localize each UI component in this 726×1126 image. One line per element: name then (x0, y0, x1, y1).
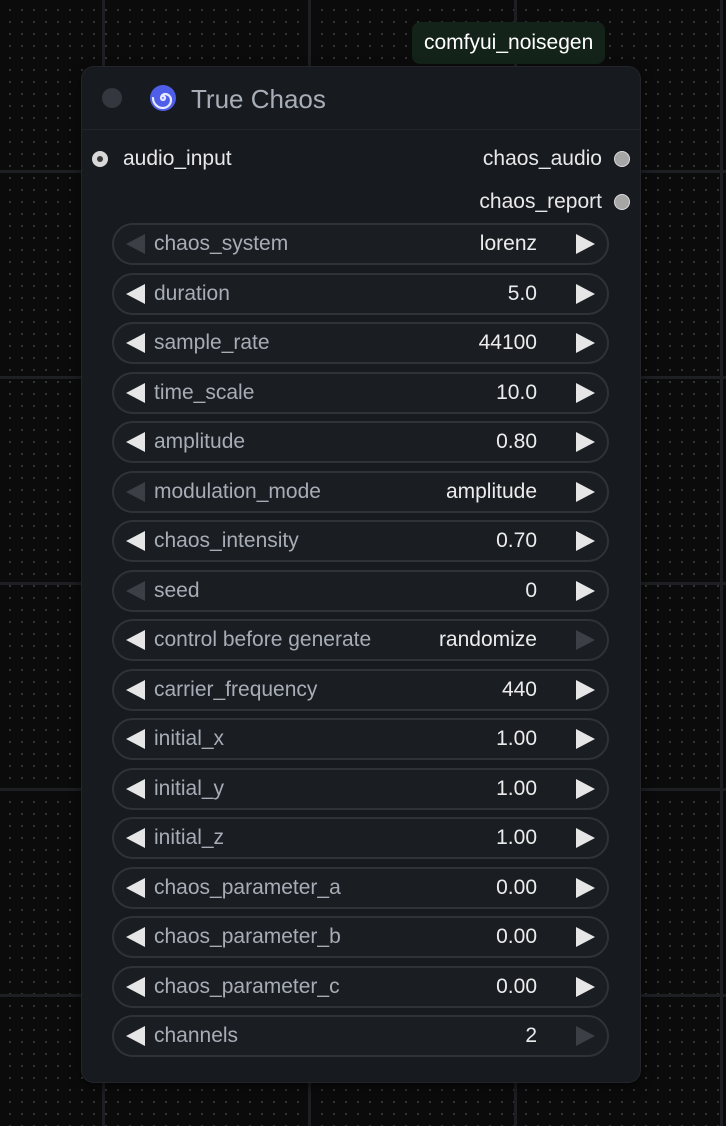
decrement-arrow-icon[interactable] (126, 630, 145, 650)
output-slot-label: chaos_audio (482, 147, 602, 170)
widget-chaos-parameter-b[interactable]: chaos_parameter_b 0.00 (112, 916, 609, 958)
input-slot-label: audio_input (123, 147, 232, 170)
increment-arrow-icon[interactable] (576, 729, 595, 749)
increment-arrow-icon[interactable] (576, 779, 595, 799)
widget-label: chaos_system (154, 232, 289, 255)
decrement-arrow-icon[interactable] (126, 779, 145, 799)
increment-arrow-icon[interactable] (576, 234, 595, 254)
widget-value[interactable]: 0.00 (496, 968, 537, 1006)
increment-arrow-icon[interactable] (576, 630, 595, 650)
output-slot-label: chaos_report (479, 190, 602, 213)
decrement-arrow-icon[interactable] (126, 878, 145, 898)
group-title-badge[interactable]: comfyui_noisegen (412, 22, 606, 64)
increment-arrow-icon[interactable] (576, 482, 595, 502)
widget-value[interactable]: amplitude (446, 473, 537, 511)
decrement-arrow-icon[interactable] (126, 581, 145, 601)
widget-label: chaos_intensity (154, 529, 299, 552)
widget-label: initial_z (154, 826, 225, 849)
widget-label: control before generate (154, 628, 372, 651)
input-connector-dot[interactable] (92, 151, 108, 167)
decrement-arrow-icon[interactable] (126, 927, 145, 947)
output-connector-dot[interactable] (614, 151, 630, 167)
decrement-arrow-icon[interactable] (126, 531, 145, 551)
spiral-icon (150, 85, 176, 111)
widget-chaos-parameter-c[interactable]: chaos_parameter_c 0.00 (112, 966, 609, 1008)
widget-label: initial_y (154, 777, 225, 800)
widget-value[interactable]: 440 (502, 671, 537, 709)
widget-label: initial_x (154, 727, 225, 750)
widget-value[interactable]: 2 (525, 1017, 537, 1055)
decrement-arrow-icon[interactable] (126, 680, 145, 700)
increment-arrow-icon[interactable] (576, 828, 595, 848)
widget-sample-rate[interactable]: sample_rate 44100 (112, 322, 609, 364)
widget-channels[interactable]: channels 2 (112, 1015, 609, 1057)
decrement-arrow-icon[interactable] (126, 432, 145, 452)
widget-initial-z[interactable]: initial_z 1.00 (112, 817, 609, 859)
output-slot-chaos-report[interactable]: chaos_report (370, 187, 630, 217)
output-connector-dot[interactable] (614, 194, 630, 210)
increment-arrow-icon[interactable] (576, 680, 595, 700)
widget-chaos-intensity[interactable]: chaos_intensity 0.70 (112, 520, 609, 562)
decrement-arrow-icon[interactable] (126, 234, 145, 254)
widget-seed[interactable]: seed 0 (112, 570, 609, 612)
increment-arrow-icon[interactable] (576, 333, 595, 353)
node-header[interactable]: True Chaos (82, 67, 640, 130)
widget-chaos-system[interactable]: chaos_system lorenz (112, 223, 609, 265)
increment-arrow-icon[interactable] (576, 432, 595, 452)
increment-arrow-icon[interactable] (576, 878, 595, 898)
widget-label: carrier_frequency (154, 678, 318, 701)
widget-value[interactable]: 0 (525, 572, 537, 610)
widget-value[interactable]: 1.00 (496, 720, 537, 758)
widget-value[interactable]: randomize (439, 621, 537, 659)
decrement-arrow-icon[interactable] (126, 333, 145, 353)
decrement-arrow-icon[interactable] (126, 482, 145, 502)
widget-duration[interactable]: duration 5.0 (112, 273, 609, 315)
widget-value[interactable]: 5.0 (508, 275, 537, 313)
increment-arrow-icon[interactable] (576, 284, 595, 304)
increment-arrow-icon[interactable] (576, 581, 595, 601)
true-chaos-node[interactable]: True Chaos audio_input chaos_audio chaos… (82, 67, 640, 1082)
widget-label: time_scale (154, 381, 255, 404)
decrement-arrow-icon[interactable] (126, 828, 145, 848)
decrement-arrow-icon[interactable] (126, 284, 145, 304)
widget-control-before-generate[interactable]: control before generate randomize (112, 619, 609, 661)
widget-amplitude[interactable]: amplitude 0.80 (112, 421, 609, 463)
widget-label: channels (154, 1024, 239, 1047)
increment-arrow-icon[interactable] (576, 531, 595, 551)
increment-arrow-icon[interactable] (576, 383, 595, 403)
widget-label: modulation_mode (154, 480, 321, 503)
widget-label: chaos_parameter_c (154, 975, 340, 998)
widget-value[interactable]: lorenz (480, 225, 537, 263)
widget-carrier-frequency[interactable]: carrier_frequency 440 (112, 669, 609, 711)
increment-arrow-icon[interactable] (576, 927, 595, 947)
widget-label: chaos_parameter_b (154, 925, 341, 948)
widget-value[interactable]: 1.00 (496, 770, 537, 808)
increment-arrow-icon[interactable] (576, 977, 595, 997)
widget-chaos-parameter-a[interactable]: chaos_parameter_a 0.00 (112, 867, 609, 909)
widget-label: duration (154, 282, 230, 305)
collapse-toggle[interactable] (102, 88, 122, 108)
widget-value[interactable]: 0.00 (496, 918, 537, 956)
output-slot-chaos-audio[interactable]: chaos_audio (370, 144, 630, 174)
widget-initial-x[interactable]: initial_x 1.00 (112, 718, 609, 760)
node-title: True Chaos (191, 84, 326, 114)
widget-label: chaos_parameter_a (154, 876, 341, 899)
widget-label: amplitude (154, 430, 246, 453)
widget-value[interactable]: 1.00 (496, 819, 537, 857)
widget-modulation-mode[interactable]: modulation_mode amplitude (112, 471, 609, 513)
widget-value[interactable]: 10.0 (496, 374, 537, 412)
widget-time-scale[interactable]: time_scale 10.0 (112, 372, 609, 414)
widget-initial-y[interactable]: initial_y 1.00 (112, 768, 609, 810)
decrement-arrow-icon[interactable] (126, 977, 145, 997)
decrement-arrow-icon[interactable] (126, 383, 145, 403)
widget-value[interactable]: 0.70 (496, 522, 537, 560)
widget-value[interactable]: 0.00 (496, 869, 537, 907)
widget-value[interactable]: 0.80 (496, 423, 537, 461)
increment-arrow-icon[interactable] (576, 1026, 595, 1046)
widget-label: sample_rate (154, 331, 270, 354)
widget-value[interactable]: 44100 (479, 324, 537, 362)
widget-label: seed (154, 579, 200, 602)
decrement-arrow-icon[interactable] (126, 1026, 145, 1046)
decrement-arrow-icon[interactable] (126, 729, 145, 749)
